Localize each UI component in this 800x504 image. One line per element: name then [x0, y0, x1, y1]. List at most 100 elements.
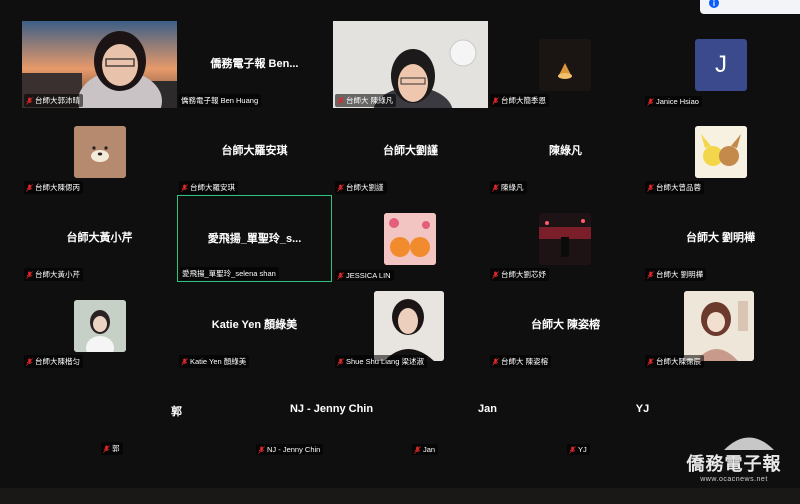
mic-muted-icon	[258, 445, 265, 454]
mic-muted-icon	[647, 357, 654, 366]
mic-muted-icon	[26, 96, 33, 105]
participant-tile[interactable]: 台師大羅安琪 台師大羅安琪	[177, 108, 332, 195]
participant-label: 台師大簡季恩	[501, 96, 546, 105]
mic-muted-icon	[26, 357, 33, 366]
participant-nametag: 台師大 陳綠凡	[335, 94, 397, 107]
notification-banner[interactable]: i	[700, 0, 800, 14]
mic-muted-icon	[337, 183, 344, 192]
participant-nametag: Jan	[412, 444, 439, 455]
avatar	[374, 291, 444, 361]
avatar	[384, 213, 436, 265]
participant-display-name: YJ	[635, 403, 650, 415]
active-speaker-tile[interactable]: 愛飛揚_單聖玲_s... 愛飛揚_單聖玲_selena shan	[177, 195, 332, 282]
participant-nametag: 台師大 劉明樺	[645, 268, 707, 281]
participant-nametag: 台師大郭沛晴	[24, 94, 83, 107]
participant-grid: 台師大郭沛晴 僑務電子報 Ben... 僑務電子報 Ben Huang 台師大 …	[0, 0, 800, 504]
participant-nametag: Janice Hsiao	[645, 96, 702, 107]
participant-tile[interactable]: 台師大 劉明樺 台師大 劉明樺	[643, 195, 798, 282]
mic-muted-icon	[26, 270, 33, 279]
participant-tile[interactable]: JESSICA LIN	[333, 195, 488, 282]
mic-muted-icon	[337, 271, 344, 280]
participant-label: Jan	[423, 445, 436, 454]
participant-display-name: Katie Yen 顏綠美	[211, 319, 298, 331]
participant-label: 台師大陳霈辰	[656, 357, 701, 366]
watermark-text: 僑務電子報	[686, 454, 782, 474]
participant-nametag: JESSICA LIN	[335, 270, 394, 281]
participant-tile[interactable]: 台師大郭沛晴	[22, 21, 177, 108]
mic-muted-icon	[181, 183, 188, 192]
participant-label: Janice Hsiao	[656, 97, 699, 106]
participant-tile[interactable]: 陳綠凡 陳綠凡	[488, 108, 643, 195]
mic-muted-icon	[181, 357, 188, 366]
participant-label: NJ - Jenny Chin	[267, 445, 321, 454]
participant-display-name: 陳綠凡	[549, 145, 582, 157]
participant-tile[interactable]: 台師大陳霈辰	[643, 282, 798, 369]
participant-tile[interactable]: 台師大曾品蓉	[643, 108, 798, 195]
participant-tile[interactable]: 台師大劉芯妤	[488, 195, 643, 282]
letter-avatar: J	[695, 39, 747, 91]
participant-nametag: 台師大羅安琪	[179, 181, 238, 194]
participant-tile[interactable]: 台師大劉謹 台師大劉謹	[333, 108, 488, 195]
participant-tile[interactable]: 台師大陳楷匀	[22, 282, 177, 369]
participant-tile[interactable]: 台師大 陳綠凡	[333, 21, 488, 108]
participant-tile[interactable]: 台師大 陳姿榕 台師大 陳姿榕	[488, 282, 643, 369]
participant-label: YJ	[578, 445, 587, 454]
mic-muted-icon	[647, 270, 654, 279]
participant-label: 台師大陳楷匀	[35, 357, 80, 366]
participant-tile[interactable]: 僑務電子報 Ben... 僑務電子報 Ben Huang	[177, 21, 332, 108]
bottom-bar	[0, 488, 800, 504]
participant-display-name: 台師大黃小芹	[66, 232, 133, 244]
participant-display-name: NJ - Jenny Chin	[289, 403, 374, 415]
participant-display-name: 台師大羅安琪	[221, 145, 288, 157]
avatar	[539, 213, 591, 265]
mic-muted-icon	[492, 183, 499, 192]
mic-muted-icon	[414, 445, 421, 454]
participant-label: 台師大劉芯妤	[501, 270, 546, 279]
participant-nametag: 僑務電子報 Ben Huang	[179, 94, 262, 107]
participant-nametag: 陳綠凡	[490, 181, 527, 194]
participant-display-name: 台師大 陳姿榕	[530, 319, 601, 331]
watermark-url: www.ocacnews.net	[700, 476, 768, 483]
participant-tile[interactable]: NJ - Jenny Chin NJ - Jenny Chin	[254, 369, 409, 456]
participant-label: 郭	[112, 444, 120, 453]
participant-label: 台師大陳偲丙	[35, 183, 80, 192]
participant-label: 台師大黃小芹	[35, 270, 80, 279]
participant-nametag: 台師大黃小芹	[24, 268, 83, 281]
participant-nametag: 台師大簡季恩	[490, 94, 549, 107]
mic-muted-icon	[492, 270, 499, 279]
participant-tile[interactable]: Shue Shu Liang 梁述淑	[333, 282, 488, 369]
participant-label: 台師大劉謹	[346, 183, 384, 192]
watermark-logo: 僑務電子報 www.ocacnews.net	[686, 430, 782, 488]
participant-nametag: 台師大陳偲丙	[24, 181, 83, 194]
participant-tile[interactable]: 台師大陳偲丙	[22, 108, 177, 195]
participant-nametag: 台師大陳楷匀	[24, 355, 83, 368]
mic-muted-icon	[647, 183, 654, 192]
avatar	[74, 300, 126, 352]
mic-muted-icon	[337, 96, 344, 105]
avatar	[539, 39, 591, 91]
participant-nametag: 台師大陳霈辰	[645, 355, 704, 368]
participant-tile[interactable]: 台師大黃小芹 台師大黃小芹	[22, 195, 177, 282]
participant-tile[interactable]: 台師大簡季恩	[488, 21, 643, 108]
avatar	[684, 291, 754, 361]
participant-label: 台師大 陳姿榕	[501, 357, 549, 366]
participant-tile[interactable]: Jan Jan	[410, 369, 565, 456]
participant-label: 台師大羅安琪	[190, 183, 235, 192]
participant-label: 陳綠凡	[501, 183, 524, 192]
mic-muted-icon	[647, 97, 654, 106]
participant-tile[interactable]: J Janice Hsiao	[643, 21, 798, 108]
participant-nametag: Katie Yen 顏綠美	[179, 355, 250, 368]
participant-tile[interactable]: 郭 郭	[99, 369, 254, 456]
participant-nametag: YJ	[567, 444, 590, 455]
participant-label: 台師大曾品蓉	[656, 183, 701, 192]
participant-display-name: 台師大 劉明樺	[685, 232, 756, 244]
participant-nametag: 台師大 陳姿榕	[490, 355, 552, 368]
participant-nametag: 台師大劉謹	[335, 181, 387, 194]
participant-tile[interactable]: Katie Yen 顏綠美 Katie Yen 顏綠美	[177, 282, 332, 369]
participant-nametag: 愛飛揚_單聖玲_selena shan	[180, 267, 279, 280]
avatar	[695, 126, 747, 178]
participant-nametag: 台師大劉芯妤	[490, 268, 549, 281]
info-icon: i	[709, 0, 719, 8]
participant-display-name: 台師大劉謹	[383, 145, 438, 157]
participant-label: 愛飛揚_單聖玲_selena shan	[182, 269, 276, 278]
